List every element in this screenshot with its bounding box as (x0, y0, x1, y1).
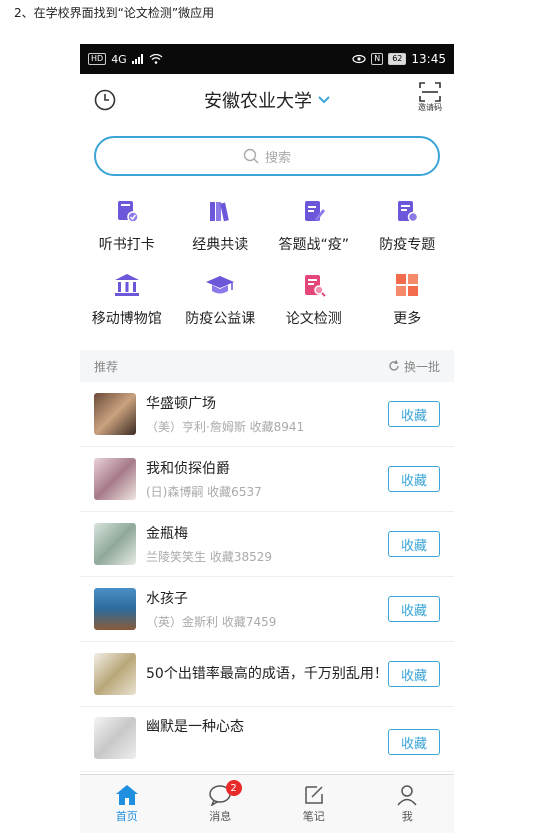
app-epidemic-course[interactable]: 防疫公益课 (174, 272, 268, 328)
app-label: 防疫专题 (379, 237, 436, 253)
quiz-icon (304, 201, 325, 221)
paper-check-icon (304, 275, 326, 297)
tab-label: 消息 (209, 810, 232, 823)
audiobook-checkin-icon (117, 201, 139, 223)
favorite-button[interactable]: 收藏 (388, 531, 440, 557)
recommend-title: 推荐 (94, 359, 119, 374)
bottom-tab-bar: 首页 消息 2 笔记 我 (80, 774, 454, 833)
network-label: 4G (111, 52, 127, 66)
eye-icon (352, 54, 366, 64)
article-cover (94, 653, 136, 695)
app-paper-check[interactable]: 论文检测 (267, 272, 361, 328)
recommend-list: 华盛顿广场 （美）亨利·詹姆斯 收藏8941 收藏 我和侦探伯爵 (日)森博嗣 … (80, 382, 454, 772)
search-icon (243, 148, 259, 164)
epidemic-topic-icon (398, 201, 419, 223)
app-quiz-fight-epidemic[interactable]: 答题战“疫” (267, 198, 361, 254)
page-title: 安徽农业大学 (204, 91, 312, 112)
invite-code-button[interactable]: 邀请码 (418, 82, 442, 113)
app-label: 防疫公益课 (185, 311, 256, 327)
unread-badge: 2 (225, 780, 242, 796)
book-cover (94, 523, 136, 565)
book-cover (94, 393, 136, 435)
nfc-icon: N (371, 53, 384, 65)
app-label: 经典共读 (192, 237, 249, 253)
wifi-icon (149, 54, 163, 64)
favorite-button[interactable]: 收藏 (388, 401, 440, 427)
item-title: 水孩子 (146, 590, 188, 607)
status-time: 13:45 (411, 52, 446, 66)
refresh-button[interactable]: 换一批 (388, 358, 440, 375)
battery-icon: 62 (388, 53, 407, 65)
status-bar: HD 4G N 62 13:45 (80, 44, 454, 74)
app-label: 答题战“疫” (278, 237, 349, 253)
app-more[interactable]: 更多 (361, 272, 455, 328)
app-grid: 听书打卡 经典共读 答题战“疫” 防疫专题 移动博物馆 防疫公益课 论文检测 更… (80, 198, 454, 328)
item-title: 50个出错率最高的成语，千万别乱用！ (146, 666, 388, 682)
scan-icon (419, 82, 441, 102)
app-label: 移动博物馆 (91, 311, 162, 327)
school-selector[interactable]: 安徽农业大学 (204, 87, 330, 113)
item-title: 金瓶梅 (146, 525, 188, 542)
app-audiobook-checkin[interactable]: 听书打卡 (80, 198, 174, 254)
app-label: 论文检测 (285, 311, 342, 327)
book-cover (94, 458, 136, 500)
item-title: 幽默是一种心态 (146, 719, 244, 735)
tab-notes[interactable]: 笔记 (267, 775, 361, 833)
tab-profile[interactable]: 我 (361, 775, 455, 833)
item-meta: (日)森博嗣 收藏6537 (146, 484, 262, 499)
item-meta: （英）金斯利 收藏7459 (146, 614, 277, 629)
favorite-button[interactable]: 收藏 (388, 729, 440, 755)
item-meta: （美）亨利·詹姆斯 收藏8941 (146, 419, 305, 434)
history-clock-icon[interactable] (94, 89, 116, 111)
tab-label: 笔记 (302, 810, 325, 823)
invite-code-label: 邀请码 (418, 103, 442, 112)
favorite-button[interactable]: 收藏 (388, 596, 440, 622)
list-item[interactable]: 幽默是一种心态 收藏 (80, 707, 454, 772)
books-icon (210, 202, 230, 222)
app-label: 听书打卡 (98, 237, 155, 253)
refresh-icon (389, 360, 399, 371)
graduation-cap-icon (206, 276, 235, 294)
search-placeholder: 搜索 (264, 150, 291, 166)
museum-icon (114, 274, 139, 296)
item-title: 我和侦探伯爵 (146, 460, 230, 477)
tab-messages[interactable]: 消息 2 (174, 775, 268, 833)
phone-screen: HD 4G N 62 13:45 安徽农业大学 邀请码 搜索 听书打卡 经典共读… (80, 44, 454, 833)
search-bar[interactable]: 搜索 (94, 136, 440, 176)
caption: 2、在学校界面找到“论文检测”微应用 (14, 6, 215, 20)
recommend-header: 推荐 换一批 (80, 350, 454, 382)
tab-label: 我 (401, 810, 413, 823)
list-item[interactable]: 金瓶梅 兰陵笑笑生 收藏38529 收藏 (80, 512, 454, 577)
app-label: 更多 (393, 311, 422, 327)
favorite-button[interactable]: 收藏 (388, 466, 440, 492)
list-item[interactable]: 50个出错率最高的成语，千万别乱用！ 收藏 (80, 642, 454, 707)
app-classic-reading[interactable]: 经典共读 (174, 198, 268, 254)
app-mobile-museum[interactable]: 移动博物馆 (80, 272, 174, 328)
article-cover (94, 717, 136, 759)
home-icon (115, 785, 138, 805)
app-header: 安徽农业大学 邀请码 (80, 74, 454, 126)
note-icon (305, 786, 323, 804)
book-cover (94, 588, 136, 630)
chevron-down-icon (318, 96, 330, 104)
hd-icon: HD (88, 53, 107, 65)
refresh-label: 换一批 (403, 359, 440, 374)
list-item[interactable]: 华盛顿广场 （美）亨利·詹姆斯 收藏8941 收藏 (80, 382, 454, 447)
list-item[interactable]: 水孩子 （英）金斯利 收藏7459 收藏 (80, 577, 454, 642)
app-epidemic-topic[interactable]: 防疫专题 (361, 198, 455, 254)
signal-icon (131, 54, 143, 64)
favorite-button[interactable]: 收藏 (388, 661, 440, 687)
item-title: 华盛顿广场 (146, 395, 216, 412)
profile-icon (397, 785, 417, 806)
more-grid-icon (396, 274, 419, 296)
item-meta: 兰陵笑笑生 收藏38529 (146, 549, 272, 564)
tab-label: 首页 (115, 810, 138, 823)
list-item[interactable]: 我和侦探伯爵 (日)森博嗣 收藏6537 收藏 (80, 447, 454, 512)
tab-home[interactable]: 首页 (80, 775, 174, 833)
